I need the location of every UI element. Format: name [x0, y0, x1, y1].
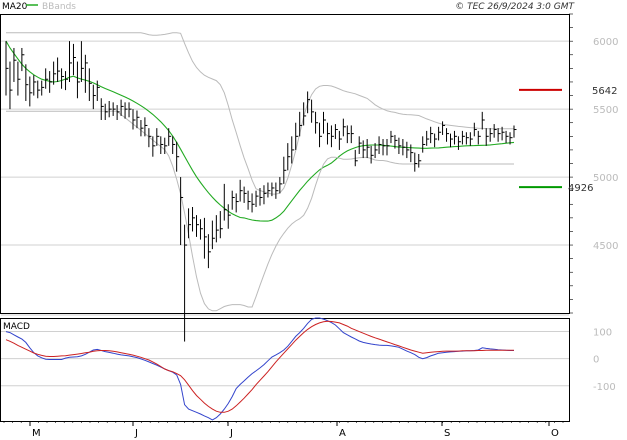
x-tick-label: J: [134, 428, 138, 439]
price-tick-label: 6000: [593, 37, 618, 48]
price-tick-label: 5500: [593, 105, 618, 116]
macd-tick-label: -100: [593, 382, 616, 393]
macd-tick-label: 0: [593, 355, 599, 366]
macd-panel-label: MACD: [3, 322, 30, 332]
price-tick-label: 4500: [593, 241, 618, 252]
x-tick-label: J: [229, 428, 233, 439]
x-tick-label: S: [444, 428, 450, 439]
chart-canvas: 4500 5000 5500 6000 -100 0 100 MACD 5642 4926 M J J A…: [0, 13, 618, 439]
x-tick-label: M: [32, 428, 41, 439]
x-tick-label: O: [551, 428, 559, 439]
stock-chart: MA20 BBands © TEC 26/9/2024 3:0 GMT 4500…: [0, 0, 627, 440]
macd-panel-frame: [0, 318, 570, 422]
level-marker-label: 5642: [592, 86, 617, 97]
price-tick-label: 5000: [593, 173, 618, 184]
macd-tick-label: 100: [593, 328, 612, 339]
level-marker-label: 4926: [568, 183, 593, 194]
x-tick-label: A: [339, 428, 346, 439]
